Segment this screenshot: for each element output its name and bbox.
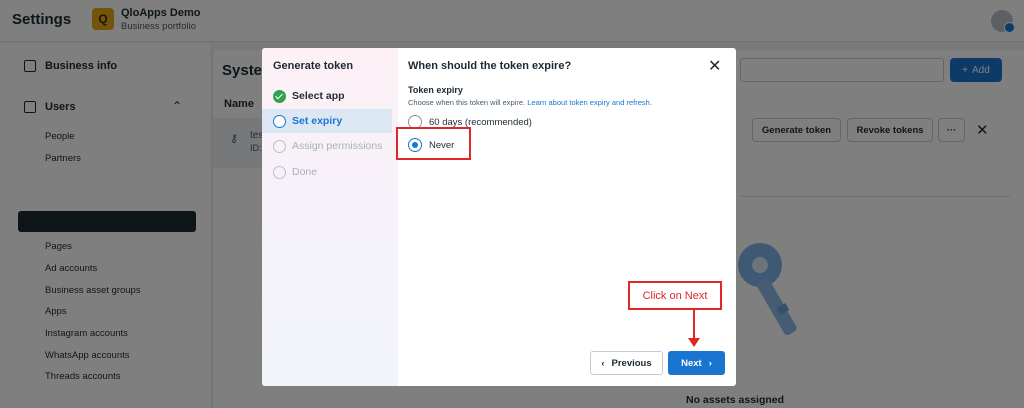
pending-step-icon — [273, 165, 286, 179]
next-button[interactable]: Next › — [668, 351, 725, 375]
step-assign-permissions: Assign permissions — [262, 134, 392, 158]
step-done: Done — [262, 160, 392, 184]
dialog-left-title: Generate token — [273, 60, 354, 72]
close-icon[interactable]: ✕ — [708, 56, 721, 76]
dialog-heading: When should the token expire? — [408, 60, 572, 72]
generate-token-dialog: Generate token Select app Set expiry Ass… — [262, 48, 736, 386]
checkmark-icon — [273, 89, 286, 103]
radio-label: 60 days (recommended) — [429, 116, 532, 128]
field-title: Token expiry — [408, 85, 463, 95]
previous-button[interactable]: ‹ Previous — [590, 351, 663, 375]
field-description: Choose when this token will expire. Lear… — [408, 98, 652, 107]
annotation-arrow-line — [693, 310, 695, 340]
step-label: Select app — [292, 90, 345, 102]
learn-more-link[interactable]: Learn about token expiry and refresh. — [527, 98, 652, 107]
step-label: Done — [292, 166, 318, 178]
annotation-callout: Click on Next — [628, 281, 722, 310]
pending-step-icon — [273, 139, 286, 153]
step-label: Set expiry — [292, 115, 343, 127]
chevron-left-icon: ‹ — [601, 357, 605, 369]
arrow-down-icon — [688, 338, 700, 347]
step-select-app[interactable]: Select app — [262, 84, 392, 108]
step-set-expiry[interactable]: Set expiry — [262, 109, 392, 133]
step-label: Assign permissions — [292, 140, 383, 152]
annotation-highlight-box — [396, 127, 471, 160]
chevron-right-icon: › — [708, 357, 712, 369]
dialog-stepper: Generate token Select app Set expiry Ass… — [262, 48, 398, 386]
current-step-icon — [273, 114, 286, 128]
